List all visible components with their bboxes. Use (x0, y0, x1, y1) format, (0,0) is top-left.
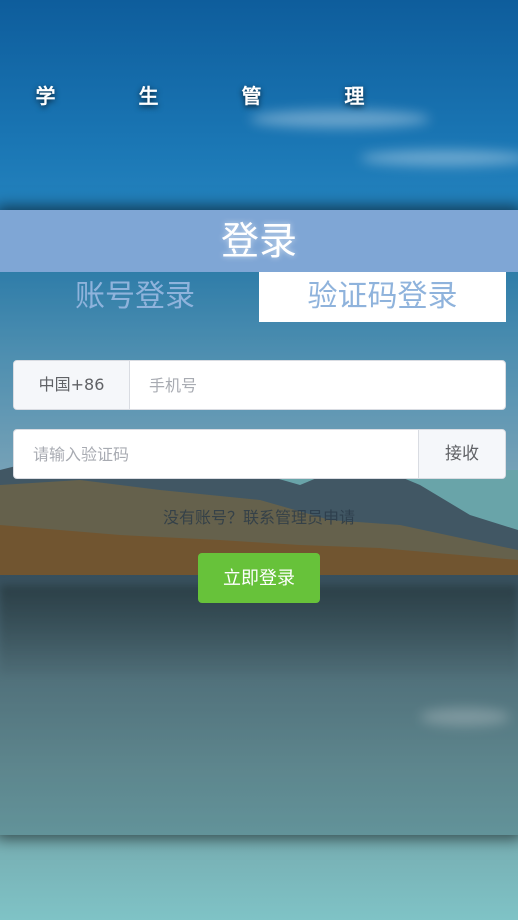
login-tabs: 账号登录 验证码登录 (0, 272, 518, 322)
country-code-prefix: 中国+86 (14, 361, 130, 409)
cloud (360, 150, 518, 166)
app-title: 学 生 管 理 (35, 84, 403, 108)
login-card: 登录 账号登录 验证码登录 中国+86 接收 没有账号？联系管理员申请 立即登录 (0, 210, 518, 835)
receive-code-button[interactable]: 接收 (418, 430, 505, 478)
code-field: 接收 (13, 429, 506, 479)
cloud (250, 110, 430, 128)
login-header: 登录 (0, 210, 518, 272)
tab-sms-login[interactable]: 验证码登录 (259, 272, 506, 322)
phone-field: 中国+86 (13, 360, 506, 410)
phone-input[interactable] (130, 361, 505, 409)
register-hint[interactable]: 没有账号？联系管理员申请 (0, 504, 518, 528)
tab-account-login[interactable]: 账号登录 (12, 272, 258, 322)
verification-code-input[interactable] (14, 430, 418, 478)
login-button[interactable]: 立即登录 (198, 553, 320, 603)
